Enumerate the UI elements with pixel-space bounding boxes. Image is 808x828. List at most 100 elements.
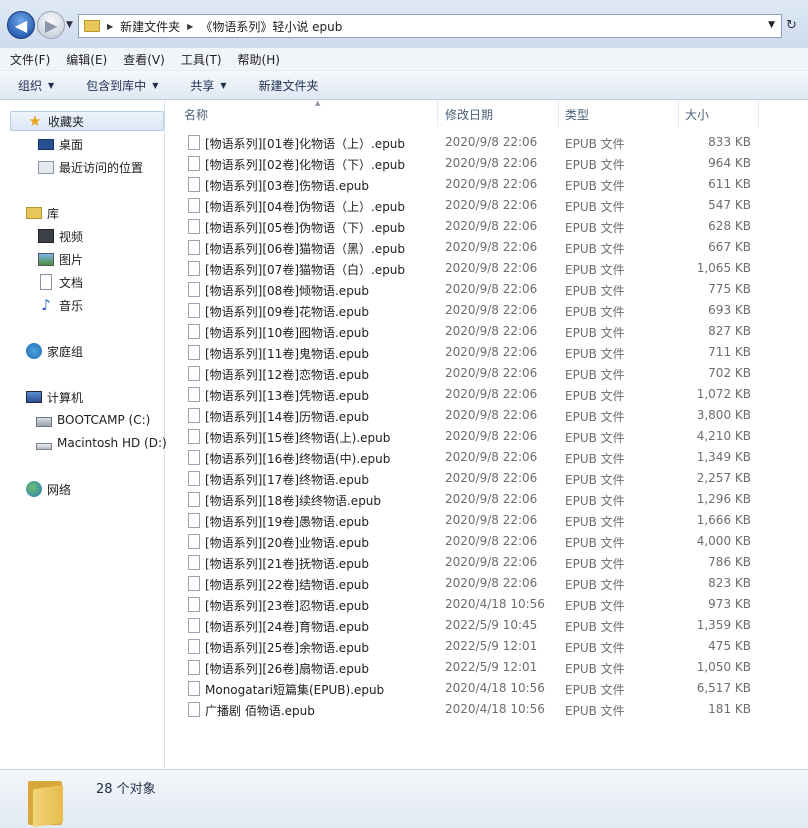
file-row[interactable]: [物语系列][21卷]抚物语.epub 2020/9/8 22:06 EPUB 文件…	[184, 553, 764, 574]
file-row[interactable]: [物语系列][07卷]猫物语（白）.epub 2020/9/8 22:06 EPUB…	[184, 259, 764, 280]
back-button[interactable]: ◀	[7, 11, 35, 39]
menu-file[interactable]: 文件(F)	[10, 51, 50, 68]
file-type: EPUB 文件	[565, 494, 625, 508]
new-folder-button[interactable]: 新建文件夹	[259, 77, 319, 94]
file-row[interactable]: [物语系列][18卷]续终物语.epub 2020/9/8 22:06 EPUB 文…	[184, 490, 764, 511]
file-row[interactable]: [物语系列][16卷]终物语(中).epub 2020/9/8 22:06 EPUB…	[184, 448, 764, 469]
file-type: EPUB 文件	[565, 620, 625, 634]
breadcrumb-new-folder[interactable]: 新建文件夹	[120, 18, 180, 35]
nav-desktop[interactable]: 桌面	[38, 134, 83, 154]
file-date: 2020/9/8 22:06	[445, 177, 538, 191]
file-name: [物语系列][09卷]花物语.epub	[205, 305, 370, 319]
menu-help[interactable]: 帮助(H)	[238, 51, 280, 68]
nav-libraries[interactable]: 库	[26, 203, 59, 223]
column-header-label: 修改日期	[445, 107, 494, 122]
file-icon	[188, 240, 200, 255]
file-row[interactable]: Monogatari短篇集(EPUB).epub 2020/4/18 10:56 E…	[184, 679, 764, 700]
column-header-date[interactable]: 修改日期	[439, 101, 559, 127]
file-icon	[188, 555, 200, 570]
nav-favorites[interactable]: ★ 收藏夹	[10, 111, 164, 131]
nav-documents[interactable]: 文档	[38, 272, 83, 292]
file-row[interactable]: [物语系列][11卷]鬼物语.epub 2020/9/8 22:06 EPUB 文件…	[184, 343, 764, 364]
column-header-name[interactable]: ▲ 名称	[178, 99, 438, 127]
file-date: 2020/9/8 22:06	[445, 408, 538, 422]
file-size: 1,072 KB	[696, 387, 751, 401]
nav-pictures[interactable]: 图片	[38, 249, 83, 269]
nav-label: 文档	[59, 275, 84, 290]
file-name: [物语系列][18卷]续终物语.epub	[205, 494, 382, 508]
file-date: 2020/9/8 22:06	[445, 492, 538, 506]
file-type: EPUB 文件	[565, 599, 625, 613]
file-date: 2020/9/8 22:06	[445, 156, 538, 170]
file-row[interactable]: [物语系列][02卷]化物语（下）.epub 2020/9/8 22:06 EPUB…	[184, 154, 764, 175]
breadcrumb-current-folder[interactable]: 《物语系列》轻小说 epub	[200, 18, 342, 35]
column-header-size[interactable]: 大小	[679, 101, 759, 127]
file-name: [物语系列][22卷]结物语.epub	[205, 578, 370, 592]
file-size: 1,065 KB	[696, 261, 751, 275]
file-row[interactable]: [物语系列][22卷]结物语.epub 2020/9/8 22:06 EPUB 文件…	[184, 574, 764, 595]
address-dropdown-icon[interactable]: ▼	[768, 20, 775, 30]
nav-drive-c[interactable]: BOOTCAMP (C:)	[36, 410, 150, 430]
menu-view[interactable]: 查看(V)	[123, 51, 165, 68]
file-date: 2020/9/8 22:06	[445, 345, 538, 359]
file-row[interactable]: [物语系列][15卷]终物语(上).epub 2020/9/8 22:06 EPUB…	[184, 427, 764, 448]
file-size: 1,050 KB	[696, 660, 751, 674]
folder-icon	[84, 20, 100, 32]
recent-pages-dropdown[interactable]: ▼	[66, 20, 73, 30]
column-header-type[interactable]: 类型	[559, 101, 679, 127]
nav-drive-d[interactable]: Macintosh HD (D:)	[36, 433, 167, 453]
nav-label: 家庭组	[47, 344, 84, 359]
nav-homegroup[interactable]: 家庭组	[26, 341, 83, 361]
organize-button[interactable]: 组织 ▼	[18, 77, 54, 94]
file-size: 611 KB	[708, 177, 751, 191]
file-icon	[188, 366, 200, 381]
homegroup-icon	[26, 343, 42, 359]
file-row[interactable]: [物语系列][09卷]花物语.epub 2020/9/8 22:06 EPUB 文件…	[184, 301, 764, 322]
file-row[interactable]: [物语系列][05卷]伪物语（下）.epub 2020/9/8 22:06 EPUB…	[184, 217, 764, 238]
nav-label: 最近访问的位置	[59, 160, 144, 175]
address-box[interactable]: ▶ 新建文件夹 ▶ 《物语系列》轻小说 epub ▼	[78, 14, 782, 38]
refresh-icon[interactable]: ↻	[786, 18, 797, 33]
file-row[interactable]: [物语系列][08卷]倾物语.epub 2020/9/8 22:06 EPUB 文件…	[184, 280, 764, 301]
breadcrumb-separator[interactable]: ▶	[107, 22, 113, 31]
organize-label: 组织	[18, 78, 43, 93]
file-row[interactable]: [物语系列][23卷]忍物语.epub 2020/4/18 10:56 EPUB 文…	[184, 595, 764, 616]
details-pane: 28 个对象	[0, 769, 808, 828]
address-bar-row: ◀ ▶ ▼ ▶ 新建文件夹 ▶ 《物语系列》轻小说 epub ▼ ↻	[0, 0, 808, 48]
file-row[interactable]: [物语系列][17卷]终物语.epub 2020/9/8 22:06 EPUB 文件…	[184, 469, 764, 490]
file-row[interactable]: [物语系列][14卷]历物语.epub 2020/9/8 22:06 EPUB 文件…	[184, 406, 764, 427]
file-row[interactable]: [物语系列][04卷]伪物语（上）.epub 2020/9/8 22:06 EPUB…	[184, 196, 764, 217]
file-row[interactable]: [物语系列][13卷]凭物语.epub 2020/9/8 22:06 EPUB 文件…	[184, 385, 764, 406]
forward-button[interactable]: ▶	[37, 11, 65, 39]
nav-recent-places[interactable]: 最近访问的位置	[38, 157, 143, 177]
file-date: 2020/9/8 22:06	[445, 513, 538, 527]
file-row[interactable]: [物语系列][06卷]猫物语（黑）.epub 2020/9/8 22:06 EPUB…	[184, 238, 764, 259]
file-icon	[188, 198, 200, 213]
file-row[interactable]: [物语系列][10卷]囮物语.epub 2020/9/8 22:06 EPUB 文件…	[184, 322, 764, 343]
file-icon	[188, 135, 200, 150]
menu-tools[interactable]: 工具(T)	[181, 51, 222, 68]
file-row[interactable]: [物语系列][01卷]化物语（上）.epub 2020/9/8 22:06 EPUB…	[184, 133, 764, 154]
file-row[interactable]: [物语系列][20卷]业物语.epub 2020/9/8 22:06 EPUB 文件…	[184, 532, 764, 553]
share-button[interactable]: 共享 ▼	[190, 77, 226, 94]
nav-computer[interactable]: 计算机	[26, 387, 83, 407]
file-row[interactable]: 广播剧 佰物语.epub 2020/4/18 10:56 EPUB 文件 181 KB	[184, 700, 764, 721]
nav-music[interactable]: ♪ 音乐	[38, 295, 83, 315]
file-type: EPUB 文件	[565, 284, 625, 298]
file-row[interactable]: [物语系列][26卷]扇物语.epub 2022/5/9 12:01 EPUB 文件…	[184, 658, 764, 679]
file-row[interactable]: [物语系列][19卷]愚物语.epub 2020/9/8 22:06 EPUB 文件…	[184, 511, 764, 532]
file-row[interactable]: [物语系列][12卷]恋物语.epub 2020/9/8 22:06 EPUB 文件…	[184, 364, 764, 385]
nav-label: 网络	[47, 482, 72, 497]
menu-edit[interactable]: 编辑(E)	[66, 51, 107, 68]
breadcrumb-separator[interactable]: ▶	[187, 22, 193, 31]
file-row[interactable]: [物语系列][24卷]育物语.epub 2022/5/9 10:45 EPUB 文件…	[184, 616, 764, 637]
folder-icon	[28, 777, 68, 828]
include-in-library-button[interactable]: 包含到库中 ▼	[86, 77, 158, 94]
file-row[interactable]: [物语系列][03卷]伤物语.epub 2020/9/8 22:06 EPUB 文件…	[184, 175, 764, 196]
file-type: EPUB 文件	[565, 557, 625, 571]
nav-network[interactable]: 网络	[26, 479, 71, 499]
file-date: 2020/9/8 22:06	[445, 471, 538, 485]
nav-videos[interactable]: 视频	[38, 226, 83, 246]
file-date: 2022/5/9 10:45	[445, 618, 538, 632]
file-row[interactable]: [物语系列][25卷]余物语.epub 2022/5/9 12:01 EPUB 文件…	[184, 637, 764, 658]
